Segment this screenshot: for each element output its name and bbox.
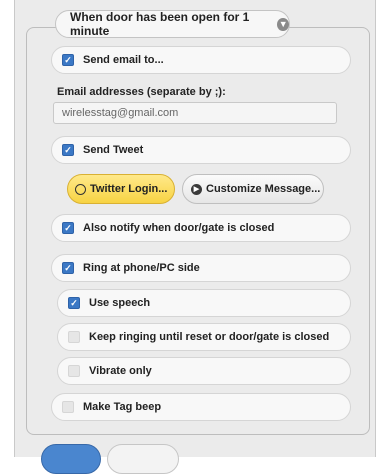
trigger-dropdown[interactable]: When door has been open for 1 minute ▼ [55,10,290,38]
chevron-down-icon: ▼ [277,17,289,31]
send-tweet-label: Send Tweet [83,144,144,156]
email-addresses-value: wirelesstag@gmail.com [62,107,179,119]
ring-phone-label: Ring at phone/PC side [83,262,200,274]
ring-phone-checkbox[interactable]: ✓ [62,262,74,274]
trigger-dropdown-label: When door has been open for 1 minute [70,10,250,38]
email-addresses-label: Email addresses (separate by ;): [57,86,226,98]
make-tag-beep-row[interactable]: Make Tag beep [51,393,351,421]
also-notify-checkbox[interactable]: ✓ [62,222,74,234]
vibrate-only-checkbox[interactable] [68,365,80,377]
secondary-bottom-button[interactable] [107,444,179,474]
customize-message-label: Customize Message... [206,183,321,195]
keep-ringing-label: Keep ringing until reset or door/gate is… [89,331,330,343]
customize-message-button[interactable]: ▶ Customize Message... [182,174,324,204]
twitter-login-label: Twitter Login... [90,183,168,195]
vibrate-only-row[interactable]: Vibrate only [57,357,351,385]
also-notify-row[interactable]: ✓ Also notify when door/gate is closed [51,214,351,242]
use-speech-row[interactable]: ✓ Use speech [57,289,351,317]
twitter-login-button[interactable]: Twitter Login... [67,174,175,204]
send-email-row[interactable]: ✓ Send email to... [51,46,351,74]
use-speech-label: Use speech [89,297,151,309]
email-addresses-input[interactable]: wirelesstag@gmail.com [53,102,337,124]
send-email-label: Send email to... [83,54,164,66]
twitter-login-icon [75,183,86,195]
send-tweet-checkbox[interactable]: ✓ [62,144,74,156]
make-tag-beep-checkbox[interactable] [62,401,74,413]
ring-phone-row[interactable]: ✓ Ring at phone/PC side [51,254,351,282]
play-icon: ▶ [191,183,202,195]
vibrate-only-label: Vibrate only [89,365,152,377]
make-tag-beep-label: Make Tag beep [83,401,162,413]
keep-ringing-checkbox[interactable] [68,331,80,343]
primary-bottom-button[interactable] [41,444,101,474]
send-tweet-row[interactable]: ✓ Send Tweet [51,136,351,164]
use-speech-checkbox[interactable]: ✓ [68,297,80,309]
also-notify-label: Also notify when door/gate is closed [83,222,275,234]
send-email-checkbox[interactable]: ✓ [62,54,74,66]
keep-ringing-row[interactable]: Keep ringing until reset or door/gate is… [57,323,351,351]
